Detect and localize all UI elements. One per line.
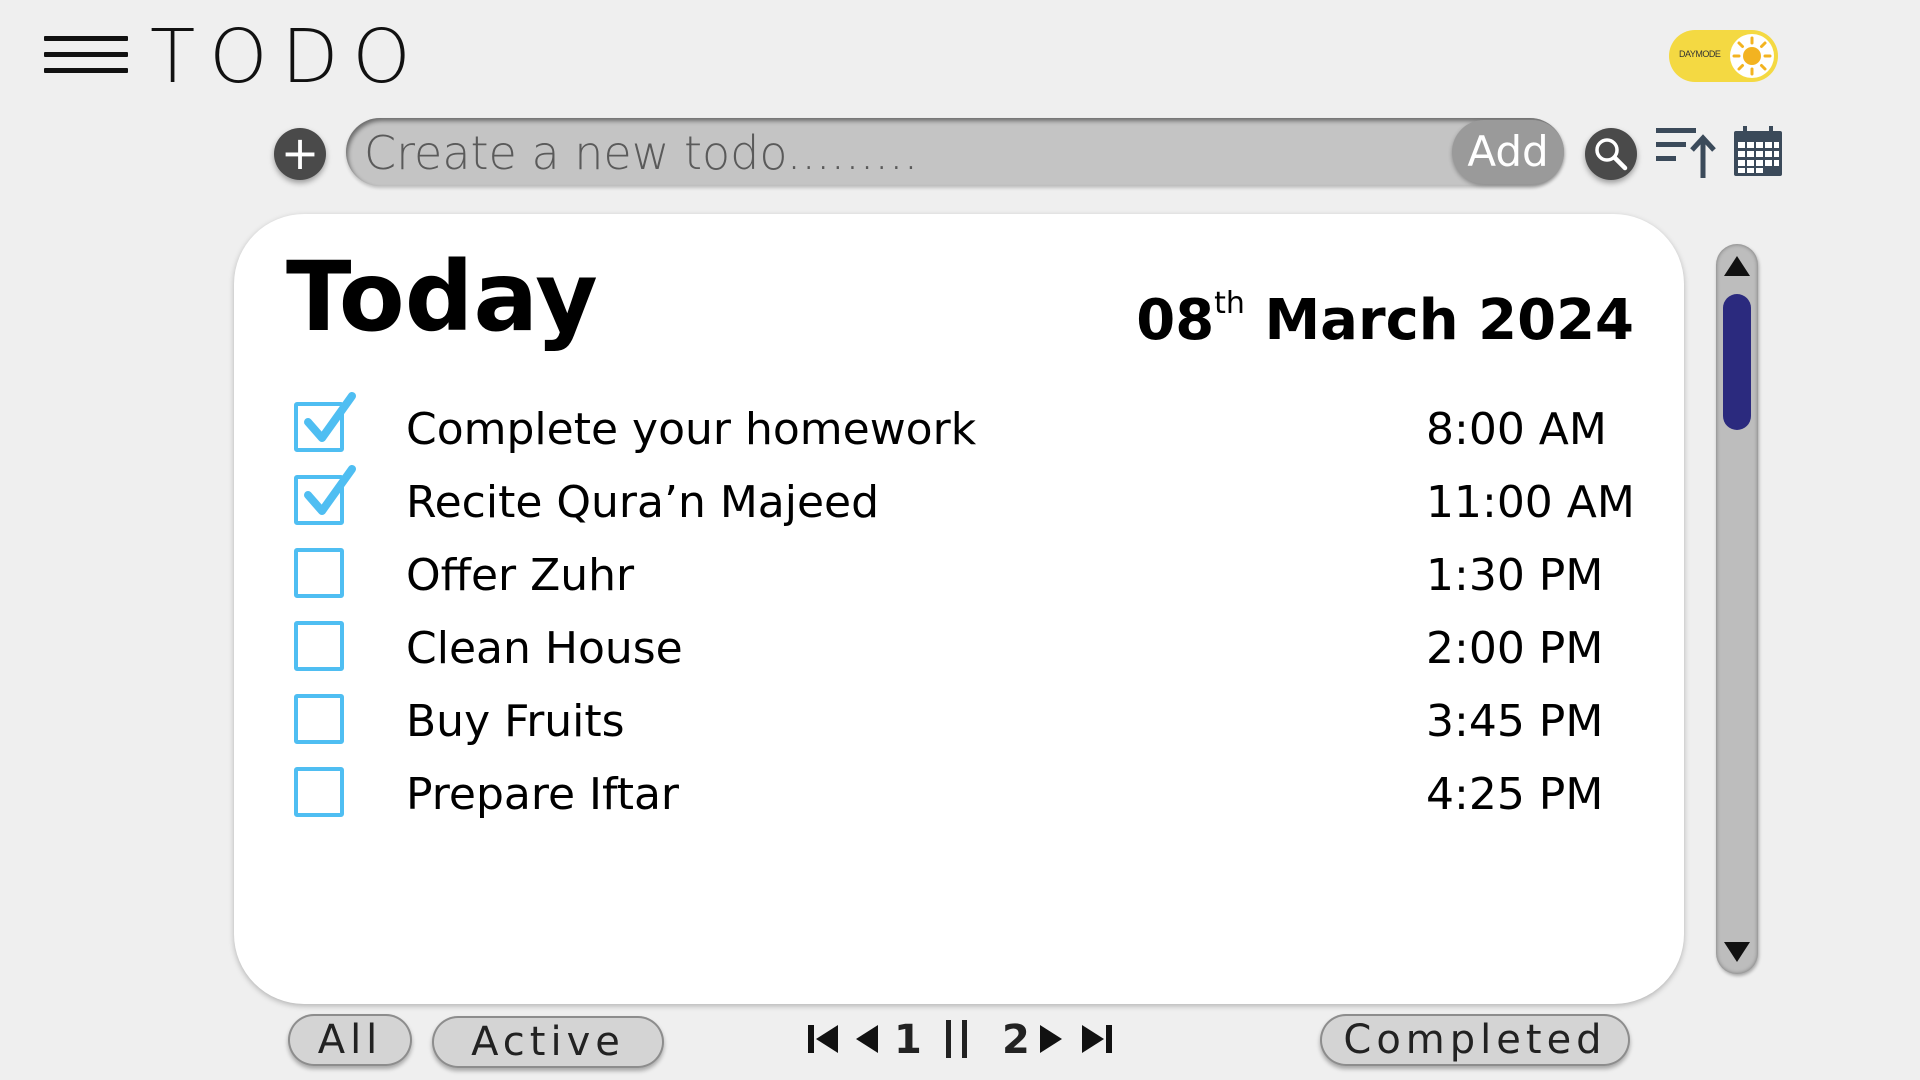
check-icon: [304, 392, 356, 442]
filter-all-button[interactable]: All: [288, 1014, 412, 1066]
task-time: 8:00 AM: [1426, 404, 1607, 455]
previous-page-icon[interactable]: [854, 1024, 880, 1054]
date-month-year: March 2024: [1244, 288, 1634, 353]
task-time: 11:00 AM: [1426, 477, 1635, 528]
add-button[interactable]: Add: [1452, 120, 1564, 184]
filter-completed-button[interactable]: Completed: [1320, 1014, 1630, 1066]
task-label: Clean House: [406, 623, 683, 674]
task-checkbox[interactable]: [294, 548, 344, 598]
task-item: Clean House 2:00 PM: [294, 613, 1634, 686]
task-checkbox[interactable]: [294, 465, 356, 525]
search-button[interactable]: [1585, 128, 1637, 180]
task-checkbox[interactable]: [294, 392, 356, 452]
pagination: 1 2: [806, 1014, 1126, 1066]
todo-card: Today 08th March 2024 Complete your home…: [234, 214, 1684, 1004]
date-day: 08: [1136, 288, 1215, 353]
task-item: Buy Fruits 3:45 PM: [294, 686, 1634, 759]
scroll-thumb[interactable]: [1723, 294, 1751, 430]
daymode-knob: [1730, 34, 1774, 78]
task-checkbox[interactable]: [294, 621, 344, 671]
app-header: TODO DAYMODE: [0, 0, 1920, 110]
task-list: Complete your homework 8:00 AM Recite Qu…: [294, 392, 1635, 832]
task-item: Recite Qura’n Majeed 11:00 AM: [294, 465, 1635, 540]
task-item: Prepare Iftar 4:25 PM: [294, 759, 1634, 832]
task-checkbox[interactable]: [294, 694, 344, 744]
task-time: 3:45 PM: [1426, 696, 1604, 747]
new-todo-input[interactable]: [362, 124, 1466, 182]
daymode-toggle[interactable]: DAYMODE: [1669, 30, 1778, 82]
task-label: Buy Fruits: [406, 696, 625, 747]
task-label: Recite Qura’n Majeed: [406, 477, 880, 528]
first-page-icon[interactable]: [808, 1024, 840, 1054]
task-item: Offer Zuhr 1:30 PM: [294, 540, 1634, 613]
card-title: Today: [286, 241, 598, 353]
new-todo-bar: Add: [346, 118, 1564, 186]
scroll-up-arrow-icon[interactable]: [1724, 256, 1750, 276]
sort-ascending-icon[interactable]: [1656, 124, 1718, 180]
last-page-icon[interactable]: [1080, 1024, 1112, 1054]
page-separator: [944, 1020, 972, 1058]
card-date: 08th March 2024: [1136, 272, 1634, 353]
task-item: Complete your homework 8:00 AM: [294, 392, 1634, 467]
task-label: Prepare Iftar: [406, 769, 680, 820]
task-time: 2:00 PM: [1426, 623, 1604, 674]
task-time: 4:25 PM: [1426, 769, 1604, 820]
page-number-2[interactable]: 2: [1002, 1016, 1030, 1064]
daymode-label: DAYMODE: [1679, 49, 1721, 59]
filter-active-button[interactable]: Active: [432, 1016, 664, 1068]
task-label: Complete your homework: [406, 404, 977, 455]
hamburger-menu-icon[interactable]: [44, 36, 128, 76]
check-icon: [304, 465, 356, 515]
scrollbar[interactable]: [1716, 244, 1758, 974]
calendar-icon[interactable]: [1732, 126, 1784, 178]
date-suffix: th: [1214, 286, 1245, 321]
add-todo-button[interactable]: +: [274, 128, 326, 180]
scroll-down-arrow-icon[interactable]: [1724, 942, 1750, 962]
search-icon: [1595, 138, 1628, 171]
page-number-1[interactable]: 1: [894, 1016, 922, 1064]
sun-icon: [1732, 36, 1772, 76]
task-time: 1:30 PM: [1426, 550, 1604, 601]
next-page-icon[interactable]: [1038, 1024, 1064, 1054]
app-title: TODO: [150, 14, 425, 100]
task-checkbox[interactable]: [294, 767, 344, 817]
plus-icon: +: [280, 126, 320, 180]
task-label: Offer Zuhr: [406, 550, 635, 601]
